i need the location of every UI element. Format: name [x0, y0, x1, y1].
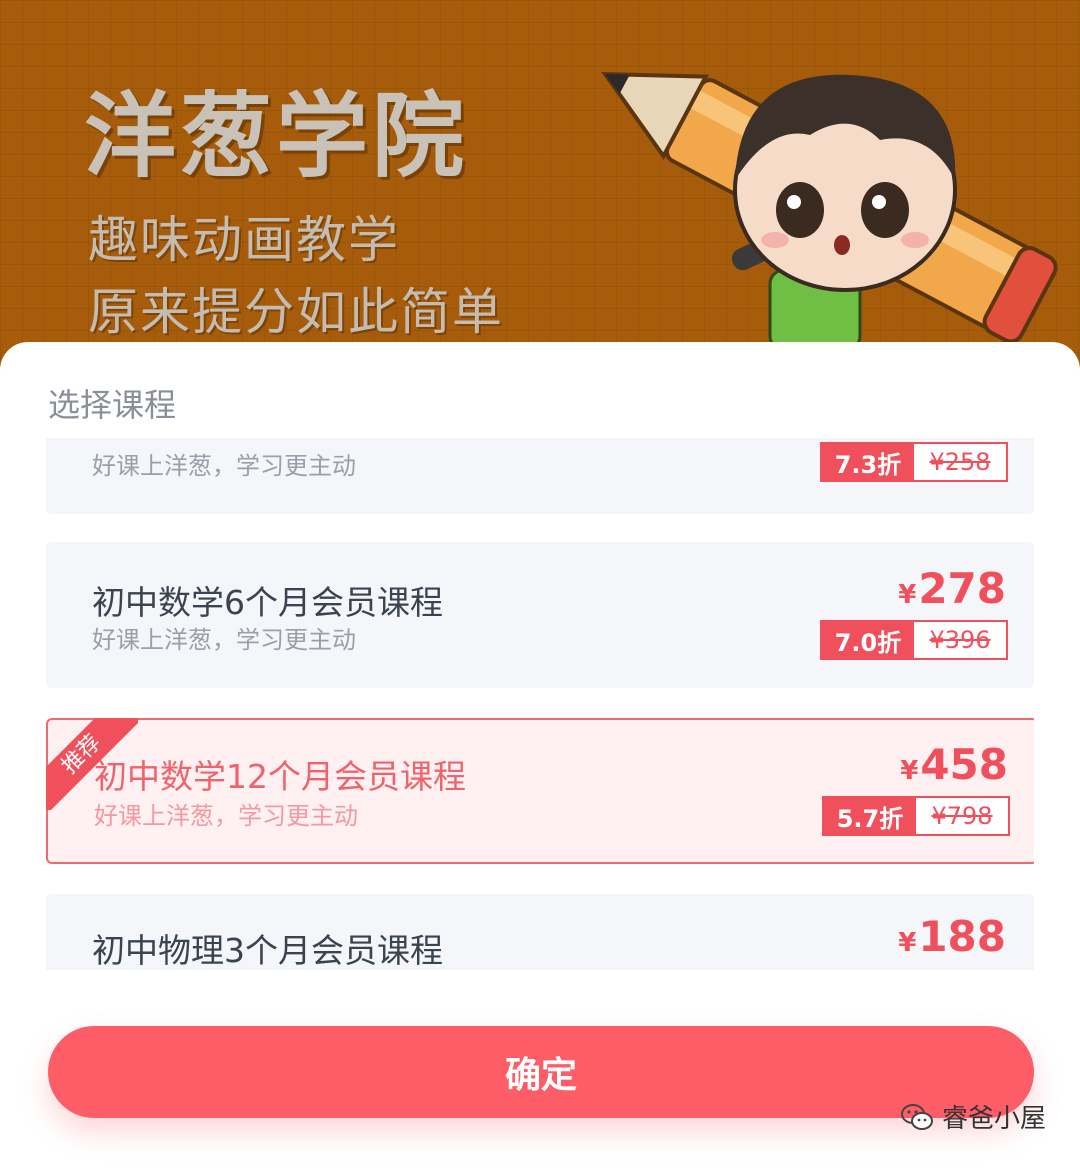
discount-tag: 7.0折 ¥396 — [820, 620, 1008, 660]
price-value: 458 — [920, 740, 1008, 789]
banner-subtitle: 趣味动画教学 — [88, 211, 400, 269]
price-value: 188 — [918, 912, 1006, 961]
discount-tag: 5.7折 ¥798 — [822, 796, 1010, 836]
discount-tag: 7.3折 ¥258 — [820, 442, 1008, 482]
original-price: ¥798 — [931, 802, 993, 830]
discount-rate: 7.3折 — [822, 444, 914, 480]
course-list[interactable]: 好课上洋葱，学习更主动 7.3折 ¥258 初中数学6个月会员课程 好课上洋葱，… — [46, 438, 1034, 970]
watermark-text: 睿爸小屋 — [942, 1104, 1047, 1134]
course-price: ¥278 — [898, 564, 1006, 613]
banner: 洋葱学院 趣味动画教学 原来提分如此简单 — [0, 0, 1080, 380]
currency-symbol: ¥ — [900, 756, 919, 786]
price-value: 278 — [918, 564, 1006, 613]
course-card[interactable]: 初中物理3个月会员课程 ¥188 — [46, 894, 1034, 970]
currency-symbol: ¥ — [898, 928, 917, 958]
course-card[interactable]: 好课上洋葱，学习更主动 7.3折 ¥258 — [46, 438, 1034, 514]
course-name: 初中物理3个月会员课程 — [92, 931, 443, 970]
currency-symbol: ¥ — [898, 580, 917, 610]
original-price: ¥258 — [929, 448, 991, 476]
course-card[interactable]: 初中数学6个月会员课程 好课上洋葱，学习更主动 ¥278 7.0折 ¥396 — [46, 542, 1034, 688]
original-price: ¥396 — [929, 626, 991, 654]
discount-rate: 7.0折 — [822, 622, 914, 658]
course-name: 初中数学12个月会员课程 — [94, 757, 466, 796]
course-price: ¥458 — [900, 740, 1008, 789]
watermark: 睿爸小屋 — [900, 1098, 1046, 1135]
course-selection-sheet: 选择课程 好课上洋葱，学习更主动 7.3折 ¥258 初中数学6个月会员课程 好… — [0, 342, 1080, 1168]
sheet-title: 选择课程 — [48, 386, 177, 424]
banner-subtitle: 原来提分如此简单 — [88, 283, 504, 341]
banner-title: 洋葱学院 — [84, 83, 469, 190]
course-name: 初中数学6个月会员课程 — [92, 583, 443, 622]
course-description: 好课上洋葱，学习更主动 — [94, 802, 358, 830]
course-description: 好课上洋葱，学习更主动 — [92, 626, 356, 654]
confirm-button[interactable]: 确定 — [48, 1026, 1034, 1118]
course-description: 好课上洋葱，学习更主动 — [92, 452, 356, 480]
course-card-selected[interactable]: 推荐 初中数学12个月会员课程 好课上洋葱，学习更主动 ¥458 5.7折 ¥7… — [46, 718, 1034, 864]
discount-rate: 5.7折 — [824, 798, 916, 834]
wechat-icon — [901, 1103, 933, 1130]
course-price: ¥188 — [898, 912, 1006, 961]
mascot-illustration — [601, 71, 1058, 352]
